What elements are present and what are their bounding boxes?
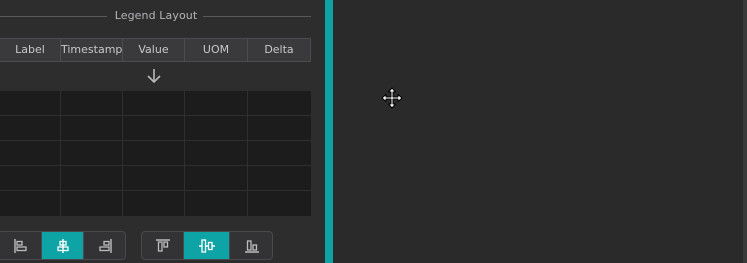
grid-cell[interactable] — [185, 91, 248, 116]
align-bottom-icon — [244, 239, 259, 253]
column-header-uom[interactable]: UOM — [185, 39, 248, 61]
grid-cell[interactable] — [248, 166, 311, 191]
align-middle-icon — [198, 238, 215, 253]
grid-cell[interactable] — [123, 91, 185, 116]
grid-cell[interactable] — [123, 191, 185, 216]
table-row[interactable] — [0, 141, 311, 166]
align-middle-button[interactable] — [184, 232, 230, 259]
grid-cell[interactable] — [0, 166, 61, 191]
section-divider-left — [0, 16, 107, 17]
legend-grid-header: Label Timestamp Value UOM Delta — [0, 38, 311, 62]
legend-grid[interactable] — [0, 91, 311, 216]
align-right-button[interactable] — [84, 232, 125, 259]
grid-cell[interactable] — [185, 191, 248, 216]
grid-cell[interactable] — [123, 166, 185, 191]
table-row[interactable] — [0, 91, 311, 116]
vertical-align-group — [141, 231, 273, 260]
grid-cell[interactable] — [185, 166, 248, 191]
align-top-icon — [155, 238, 170, 252]
column-header-label[interactable]: Label — [0, 39, 61, 61]
grid-cell[interactable] — [248, 191, 311, 216]
align-left-icon — [13, 238, 27, 253]
grid-cell[interactable] — [61, 91, 123, 116]
grid-cell[interactable] — [123, 141, 185, 166]
grid-cell[interactable] — [0, 141, 61, 166]
table-row[interactable] — [0, 166, 311, 191]
grid-cell[interactable] — [0, 116, 61, 141]
grid-cell[interactable] — [248, 141, 311, 166]
canvas-area[interactable] — [333, 0, 743, 263]
align-left-button[interactable] — [0, 232, 42, 259]
align-center-icon — [56, 238, 69, 253]
align-center-button[interactable] — [42, 232, 84, 259]
grid-cell[interactable] — [61, 116, 123, 141]
grid-cell[interactable] — [61, 191, 123, 216]
arrow-down-icon — [147, 69, 161, 84]
table-row[interactable] — [0, 191, 311, 216]
section-divider-right — [203, 16, 311, 17]
scrollbar[interactable] — [743, 0, 747, 263]
grid-cell[interactable] — [61, 166, 123, 191]
grid-cell[interactable] — [0, 191, 61, 216]
grid-cell[interactable] — [185, 116, 248, 141]
horizontal-align-group — [0, 231, 126, 260]
grid-cell[interactable] — [123, 116, 185, 141]
align-bottom-button[interactable] — [230, 232, 272, 259]
grid-cell[interactable] — [0, 91, 61, 116]
align-right-icon — [98, 238, 112, 253]
drop-zone[interactable] — [0, 62, 311, 91]
properties-panel: Legend Layout Label Timestamp Value UOM … — [0, 0, 325, 263]
column-header-timestamp[interactable]: Timestamp — [61, 39, 123, 61]
grid-cell[interactable] — [185, 141, 248, 166]
grid-cell[interactable] — [248, 91, 311, 116]
section-title: Legend Layout — [114, 9, 198, 22]
grid-cell[interactable] — [61, 141, 123, 166]
column-header-value[interactable]: Value — [123, 39, 185, 61]
move-cursor-icon — [381, 87, 403, 109]
align-top-button[interactable] — [142, 232, 184, 259]
table-row[interactable] — [0, 116, 311, 141]
column-header-delta[interactable]: Delta — [248, 39, 310, 61]
panel-splitter[interactable] — [325, 0, 333, 263]
grid-cell[interactable] — [248, 116, 311, 141]
